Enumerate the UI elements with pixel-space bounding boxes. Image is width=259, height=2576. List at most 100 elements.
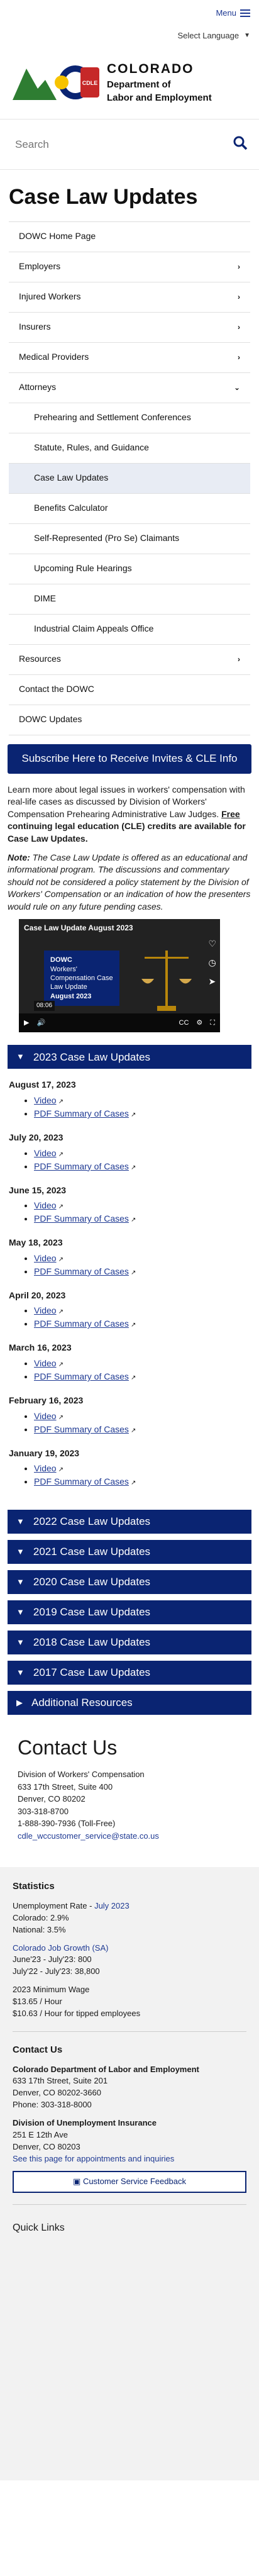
video-thumbnail-badge: DOWC Workers' Compensation Case Law Upda… — [44, 951, 119, 1006]
case-law-entry: February 16, 2023 Video↗ PDF Summary of … — [9, 1395, 250, 1436]
external-link-icon: ↗ — [130, 1427, 136, 1434]
nav-item-insurers[interactable]: Insurers › — [9, 313, 250, 343]
job-growth-link[interactable]: Colorado Job Growth (SA) — [13, 1943, 108, 1953]
fullscreen-icon[interactable]: ⛶ — [210, 1018, 215, 1028]
accordion-2018[interactable]: ▼ 2018 Case Law Updates — [8, 1631, 251, 1655]
nav-item-injured-workers[interactable]: Injured Workers › — [9, 282, 250, 313]
accordion-2022[interactable]: ▼ 2022 Case Law Updates — [8, 1510, 251, 1534]
chevron-down-icon: ▼ — [244, 32, 250, 39]
search-input[interactable] — [15, 138, 204, 151]
scales-of-justice-icon — [141, 951, 192, 1012]
pdf-summary-link[interactable]: PDF Summary of Cases — [34, 1319, 129, 1329]
external-link-icon: ↗ — [130, 1322, 136, 1329]
accordion-2020[interactable]: ▼ 2020 Case Law Updates — [8, 1570, 251, 1595]
video-link[interactable]: Video — [34, 1253, 57, 1263]
pdf-summary-link[interactable]: PDF Summary of Cases — [34, 1476, 129, 1486]
pdf-summary-link[interactable]: PDF Summary of Cases — [34, 1266, 129, 1276]
case-law-entry: June 15, 2023 Video↗ PDF Summary of Case… — [9, 1185, 250, 1226]
contact-email-link[interactable]: cdle_wccustomer_service@state.co.us — [18, 1831, 159, 1841]
heart-icon[interactable]: ♡ — [208, 938, 216, 951]
settings-icon[interactable]: ⚙ — [196, 1018, 202, 1028]
accordion-2023[interactable]: ▼ 2023 Case Law Updates — [8, 1045, 251, 1069]
language-label: Select Language — [177, 30, 240, 40]
search-icon[interactable] — [233, 135, 248, 154]
ui-appointments-link[interactable]: See this page for appointments and inqui… — [13, 2154, 174, 2163]
logo-line-2: Department of — [107, 79, 171, 91]
external-link-icon: ↗ — [130, 1164, 136, 1171]
chevron-down-icon: ▼ — [16, 1637, 25, 1648]
play-icon[interactable]: ▶ — [24, 1018, 29, 1028]
chevron-right-icon: › — [238, 352, 240, 362]
nav-item-contact-dowc[interactable]: Contact the DOWC — [9, 675, 250, 705]
nav-item-attorneys[interactable]: Attorneys ⌄ — [9, 373, 250, 403]
contact-title: Contact Us — [18, 1736, 118, 1759]
video-link[interactable]: Video — [34, 1200, 57, 1210]
video-link[interactable]: Video — [34, 1463, 57, 1473]
nav-item-statute-rules[interactable]: Statute, Rules, and Guidance — [9, 433, 250, 464]
nav-item-prehearing[interactable]: Prehearing and Settlement Conferences — [9, 403, 250, 433]
pdf-summary-link[interactable]: PDF Summary of Cases — [34, 1424, 129, 1434]
menu-button[interactable]: Menu — [216, 8, 250, 19]
nav-item-case-law-updates[interactable]: Case Law Updates — [9, 463, 250, 494]
chevron-right-icon: ▶ — [16, 1698, 23, 1708]
logo-text: COLORADO Department of Labor and Employm… — [107, 60, 212, 104]
contact-section: Contact Us Division of Workers' Compensa… — [0, 1715, 259, 1842]
pdf-summary-link[interactable]: PDF Summary of Cases — [34, 1161, 129, 1171]
video-side-icons: ♡ ◷ ➤ — [208, 938, 216, 988]
search-bar — [0, 120, 259, 170]
contact-org: Division of Workers' Compensation — [18, 1770, 145, 1780]
nav-item-benefits-calculator[interactable]: Benefits Calculator — [9, 494, 250, 524]
nav-item-pro-se[interactable]: Self-Represented (Pro Se) Claimants — [9, 524, 250, 554]
hamburger-icon — [240, 9, 250, 17]
video-link[interactable]: Video — [34, 1148, 57, 1158]
video-link[interactable]: Video — [34, 1358, 57, 1368]
language-selector[interactable]: Select Language ▼ — [0, 26, 259, 45]
top-bar: Menu — [0, 0, 259, 26]
captions-icon[interactable]: CC — [179, 1018, 189, 1028]
pdf-summary-link[interactable]: PDF Summary of Cases — [34, 1108, 129, 1118]
video-link[interactable]: Video — [34, 1305, 57, 1315]
customer-feedback-button[interactable]: ▣ Customer Service Feedback — [13, 2171, 246, 2193]
nav-item-dime[interactable]: DIME — [9, 584, 250, 615]
side-navigation: DOWC Home Page Employers › Injured Worker… — [9, 221, 250, 735]
nav-item-employers[interactable]: Employers › — [9, 252, 250, 282]
pdf-summary-link[interactable]: PDF Summary of Cases — [34, 1371, 129, 1381]
accordion-2019[interactable]: ▼ 2019 Case Law Updates — [8, 1600, 251, 1625]
chevron-down-icon: ▼ — [16, 1607, 25, 1617]
accordion-2017[interactable]: ▼ 2017 Case Law Updates — [8, 1661, 251, 1685]
nav-item-icao[interactable]: Industrial Claim Appeals Office — [9, 615, 250, 645]
volume-icon[interactable]: 🔊 — [36, 1018, 45, 1028]
pdf-summary-link[interactable]: PDF Summary of Cases — [34, 1213, 129, 1224]
statistics-title: Statistics — [13, 1881, 55, 1892]
nav-item-dowc-updates[interactable]: DOWC Updates — [9, 705, 250, 735]
nav-item-resources[interactable]: Resources › — [9, 645, 250, 675]
external-link-icon: ↗ — [130, 1112, 136, 1119]
external-link-icon: ↗ — [130, 1374, 136, 1382]
nav-item-rule-hearings[interactable]: Upcoming Rule Hearings — [9, 554, 250, 584]
contact-address-2: Denver, CO 80202 — [18, 1794, 85, 1804]
subscribe-button[interactable]: Subscribe Here to Receive Invites & CLE … — [8, 744, 251, 774]
divider — [13, 2031, 246, 2032]
share-icon[interactable]: ➤ — [208, 976, 216, 988]
cdle-logo[interactable]: CDLE — [13, 64, 101, 101]
unemployment-link[interactable]: July 2023 — [94, 1901, 130, 1910]
logo-line-1: COLORADO — [107, 61, 194, 76]
clock-icon[interactable]: ◷ — [208, 957, 216, 969]
chevron-right-icon: › — [238, 654, 240, 664]
video-link[interactable]: Video — [34, 1411, 57, 1421]
chevron-down-icon: ▼ — [16, 1517, 25, 1527]
video-player[interactable]: Case Law Update August 2023 DOWC Workers… — [19, 919, 220, 1033]
intro-content: Learn more about legal issues in workers… — [0, 774, 259, 913]
nav-item-medical-providers[interactable]: Medical Providers › — [9, 343, 250, 373]
chevron-right-icon: › — [238, 322, 240, 332]
accordion-2021[interactable]: ▼ 2021 Case Law Updates — [8, 1540, 251, 1564]
contact-phone: 303-318-8700 — [18, 1806, 69, 1816]
nav-item-dowc-home[interactable]: DOWC Home Page — [9, 222, 250, 252]
case-law-entry: August 17, 2023 Video↗ PDF Summary of Ca… — [9, 1079, 250, 1120]
chevron-down-icon: ⌄ — [233, 382, 240, 392]
accordion-additional-resources[interactable]: ▶ Additional Resources — [8, 1691, 251, 1715]
chevron-down-icon: ▼ — [16, 1052, 25, 1062]
video-link[interactable]: Video — [34, 1095, 57, 1105]
chevron-down-icon: ▼ — [16, 1577, 25, 1587]
external-link-icon: ↗ — [58, 1151, 63, 1158]
